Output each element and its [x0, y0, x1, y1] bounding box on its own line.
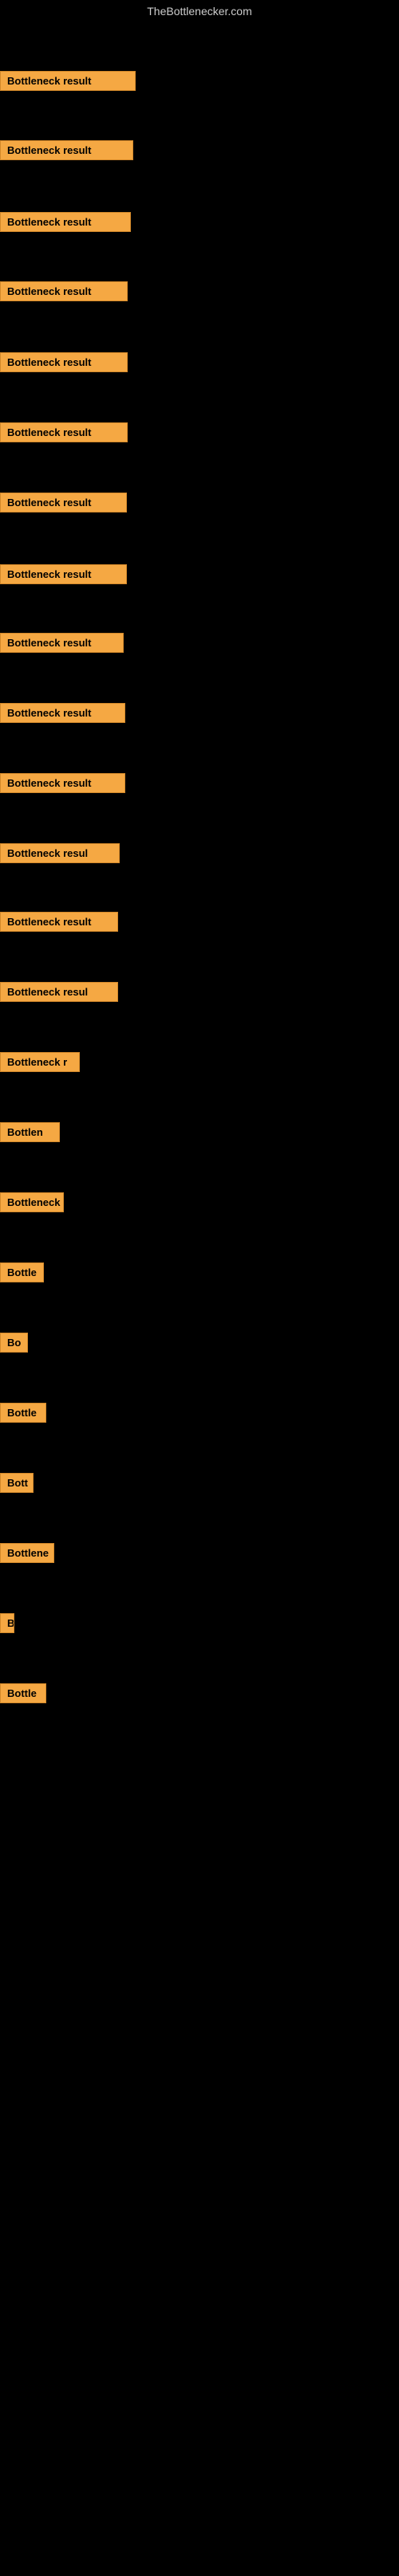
- bottleneck-result-badge: Bottleneck result: [0, 493, 127, 512]
- bottleneck-result-badge: Bottleneck resul: [0, 843, 120, 863]
- bottleneck-result-badge: Bottleneck result: [0, 703, 125, 723]
- bottleneck-result-badge: Bottleneck result: [0, 564, 127, 584]
- bottleneck-result-badge: Bottleneck result: [0, 633, 124, 653]
- bottleneck-result-badge: Bottle: [0, 1403, 46, 1423]
- bottleneck-result-badge: Bottleneck result: [0, 773, 125, 793]
- bottleneck-result-badge: Bo: [0, 1333, 28, 1353]
- bottleneck-result-badge: Bottle: [0, 1683, 46, 1703]
- bottleneck-result-badge: Bottlen: [0, 1122, 60, 1142]
- bottleneck-result-badge: Bottlene: [0, 1543, 54, 1563]
- bottleneck-result-badge: Bottleneck: [0, 1192, 64, 1212]
- bottleneck-result-badge: Bottleneck r: [0, 1052, 80, 1072]
- bottleneck-result-badge: Bott: [0, 1473, 34, 1493]
- bottleneck-result-badge: Bottleneck result: [0, 281, 128, 301]
- bottleneck-result-badge: Bottleneck result: [0, 352, 128, 372]
- bottleneck-result-badge: B: [0, 1613, 14, 1633]
- bottleneck-result-badge: Bottleneck result: [0, 912, 118, 932]
- bottleneck-result-badge: Bottle: [0, 1262, 44, 1282]
- bottleneck-result-badge: Bottleneck result: [0, 71, 136, 91]
- site-title: TheBottlenecker.com: [0, 0, 399, 26]
- bottleneck-result-badge: Bottleneck result: [0, 212, 131, 232]
- bottleneck-result-badge: Bottleneck resul: [0, 982, 118, 1002]
- bottleneck-result-badge: Bottleneck result: [0, 140, 133, 160]
- bottleneck-result-badge: Bottleneck result: [0, 422, 128, 442]
